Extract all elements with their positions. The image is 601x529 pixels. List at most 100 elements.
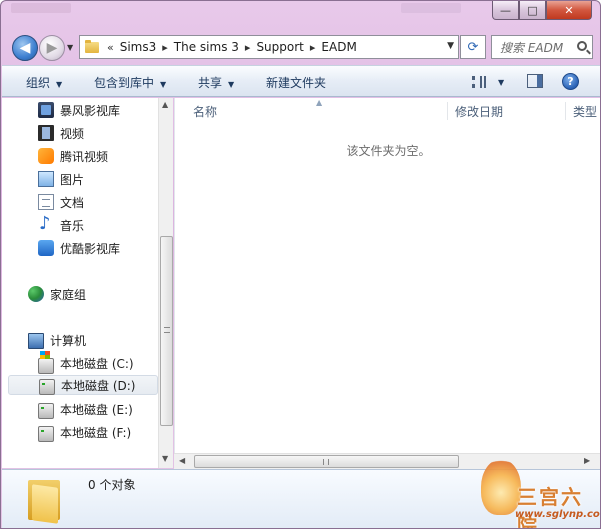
share-button[interactable]: 共享 ▼: [198, 74, 234, 91]
sidebar-item-label: 家庭组: [50, 287, 87, 302]
maximize-button[interactable]: □: [519, 1, 546, 20]
breadcrumb-the-sims-3[interactable]: The sims 3: [174, 40, 239, 54]
sidebar-item-baofeng-library[interactable]: 暴风影视库: [38, 100, 120, 120]
video-library-icon: [38, 102, 54, 118]
computer-icon: [28, 333, 44, 349]
homegroup-icon: [28, 286, 44, 302]
column-divider[interactable]: [447, 102, 448, 120]
organize-button[interactable]: 组织 ▼: [26, 74, 62, 91]
back-button[interactable]: ◀: [12, 35, 38, 61]
system-drive-icon: [38, 351, 54, 374]
scrollbar-thumb[interactable]: [160, 236, 173, 426]
sidebar-item-pictures[interactable]: 图片: [38, 169, 84, 189]
include-in-library-button[interactable]: 包含到库中 ▼: [94, 74, 166, 91]
search-input[interactable]: 搜索 EADM: [491, 35, 593, 59]
music-icon: [38, 213, 54, 234]
file-list-pane[interactable]: ▲ 名称 修改日期 类型 该文件夹为空。: [174, 98, 600, 468]
scroll-up-arrow[interactable]: ▲: [162, 100, 168, 109]
title-bar: — □ ✕: [1, 1, 600, 27]
watermark-url: www.sglynp.com: [515, 509, 601, 520]
sidebar-item-documents[interactable]: 文档: [38, 192, 84, 212]
scrollbar-grip: [164, 327, 170, 333]
sidebar-item-drive-e[interactable]: 本地磁盘 (E:): [38, 399, 133, 419]
sidebar-item-drive-f[interactable]: 本地磁盘 (F:): [38, 422, 131, 442]
sidebar-item-drive-c[interactable]: 本地磁盘 (C:): [38, 351, 134, 374]
documents-icon: [38, 194, 54, 210]
title-bar-ghost: [11, 3, 71, 13]
breadcrumb-sims3[interactable]: Sims3: [120, 40, 157, 54]
sidebar-item-label: 暴风影视库: [60, 103, 121, 118]
refresh-button[interactable]: ⟳: [460, 35, 486, 59]
scrollbar-thumb[interactable]: [194, 455, 459, 468]
breadcrumb-separator[interactable]: ▸: [310, 41, 316, 54]
preview-pane-icon[interactable]: [527, 74, 543, 88]
sidebar-item-label: 图片: [60, 172, 85, 187]
navigation-pane-scrollbar[interactable]: ▲ ▼: [158, 98, 173, 468]
sidebar-item-label: 音乐: [60, 218, 85, 233]
breadcrumb-overflow[interactable]: «: [107, 41, 114, 54]
recent-pages-dropdown[interactable]: ▼: [67, 43, 73, 52]
sidebar-item-homegroup[interactable]: 家庭组: [28, 284, 86, 304]
close-button[interactable]: ✕: [546, 1, 592, 20]
breadcrumb-separator[interactable]: ▸: [162, 41, 168, 54]
command-bar: 组织 ▼ 包含到库中 ▼ 共享 ▼ 新建文件夹 ▼ ?: [2, 65, 600, 97]
sidebar-item-youku-library[interactable]: 优酷影视库: [38, 238, 120, 258]
drive-icon: [39, 379, 55, 395]
organize-caret-icon: ▼: [56, 80, 63, 89]
sidebar-item-label: 视频: [60, 126, 85, 141]
address-dropdown[interactable]: ▼: [447, 41, 454, 51]
sidebar-item-tencent-video[interactable]: 腾讯视频: [38, 146, 108, 166]
minimize-button[interactable]: —: [492, 1, 519, 20]
sidebar-item-label: 优酷影视库: [60, 241, 121, 256]
sidebar-item-drive-d[interactable]: 本地磁盘 (D:): [8, 375, 158, 395]
change-view-button[interactable]: ▼: [472, 72, 508, 92]
sidebar-item-label: 腾讯视频: [60, 149, 109, 164]
search-placeholder: 搜索 EADM: [500, 40, 564, 55]
organize-label: 组织: [26, 76, 51, 90]
folder-icon: [28, 476, 62, 524]
help-icon[interactable]: ?: [562, 73, 579, 90]
sidebar-item-label: 计算机: [50, 333, 87, 348]
watermark-title: 三宫六院: [517, 485, 583, 529]
scroll-left-arrow[interactable]: ◀: [179, 456, 185, 465]
phoenix-logo-icon: [481, 459, 521, 515]
sidebar-item-label: 本地磁盘 (C:): [60, 356, 134, 371]
share-caret-icon: ▼: [228, 80, 235, 89]
youku-icon: [38, 240, 54, 256]
sidebar-item-label: 本地磁盘 (D:): [61, 378, 136, 393]
view-caret-icon: ▼: [498, 77, 505, 87]
folder-icon: [85, 39, 99, 53]
drive-icon: [38, 426, 54, 442]
film-icon: [38, 125, 54, 141]
navigation-bar: ◀ ▶ ▼ « Sims3 ▸ The sims 3 ▸ Support ▸ E…: [1, 31, 600, 63]
navigation-pane: 暴风影视库 视频 腾讯视频 图片 文档 音乐 优酷影视库 家庭组: [2, 98, 173, 468]
breadcrumb-support[interactable]: Support: [256, 40, 303, 54]
scrollbar-grip: [323, 459, 329, 465]
breadcrumb-separator[interactable]: ▸: [245, 41, 251, 54]
column-header-type[interactable]: 类型: [573, 98, 597, 124]
search-icon: [577, 41, 587, 51]
sidebar-item-label: 本地磁盘 (F:): [60, 425, 132, 440]
column-divider[interactable]: [565, 102, 566, 120]
drive-icon: [38, 403, 54, 419]
empty-folder-message: 该文件夹为空。: [346, 144, 431, 158]
breadcrumb-eadm[interactable]: EADM: [321, 40, 356, 54]
site-watermark: 三宫六院 www.sglynp.com: [475, 453, 601, 529]
include-caret-icon: ▼: [160, 80, 167, 89]
sidebar-item-videos[interactable]: 视频: [38, 123, 84, 143]
share-label: 共享: [198, 76, 223, 90]
explorer-window: — □ ✕ ◀ ▶ ▼ « Sims3 ▸ The sims 3 ▸ Suppo…: [0, 0, 601, 529]
forward-button[interactable]: ▶: [39, 35, 65, 61]
refresh-icon: ⟳: [467, 39, 479, 55]
item-count: 0 个对象: [88, 478, 136, 492]
pictures-icon: [38, 171, 54, 187]
sidebar-item-label: 本地磁盘 (E:): [60, 402, 133, 417]
sidebar-item-computer[interactable]: 计算机: [28, 330, 86, 350]
column-header-date-modified[interactable]: 修改日期: [455, 98, 503, 124]
scroll-down-arrow[interactable]: ▼: [162, 454, 168, 463]
column-header-name[interactable]: 名称: [193, 98, 217, 124]
sidebar-item-music[interactable]: 音乐: [38, 213, 85, 235]
tencent-video-icon: [38, 148, 54, 164]
address-bar[interactable]: « Sims3 ▸ The sims 3 ▸ Support ▸ EADM ▼: [79, 35, 459, 59]
new-folder-button[interactable]: 新建文件夹: [266, 74, 326, 91]
